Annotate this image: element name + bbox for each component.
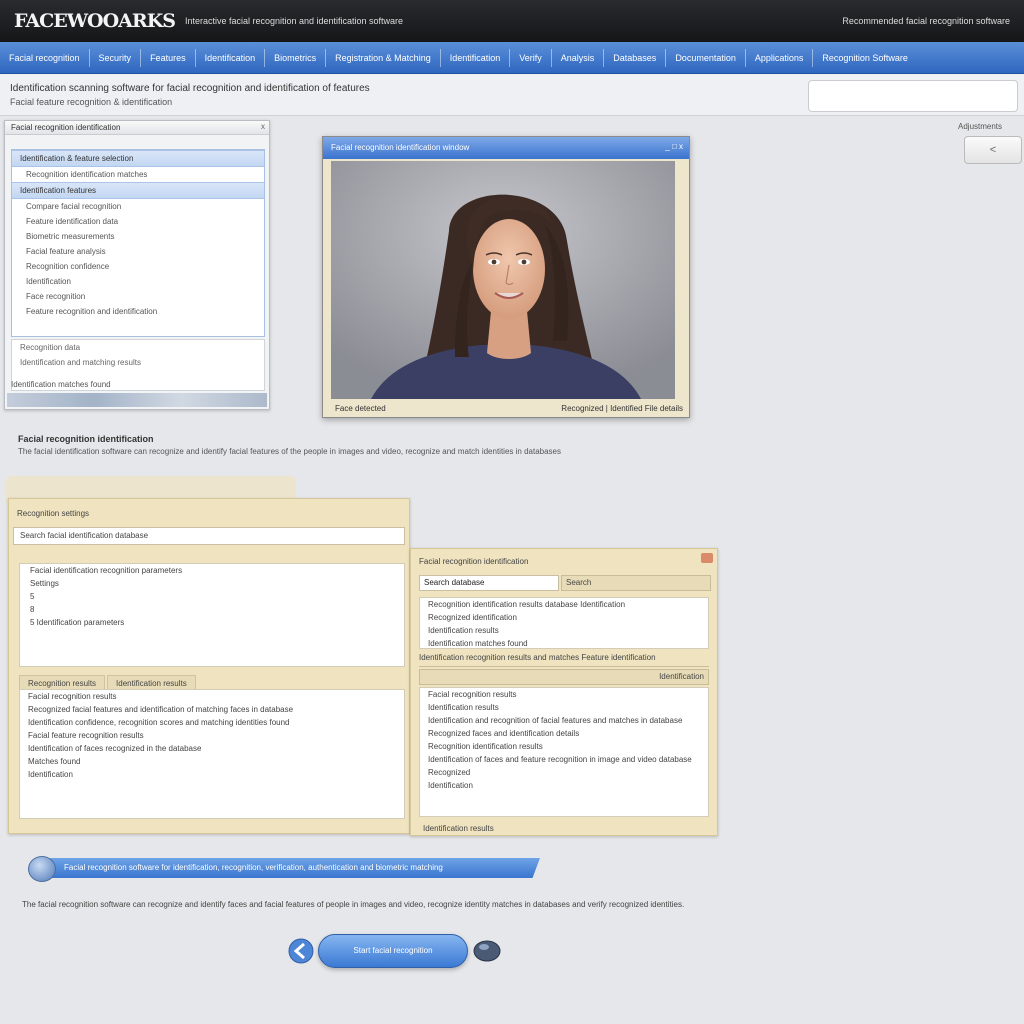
window-title: Facial recognition identification [419,557,529,566]
thumbnail-strip [7,393,267,407]
window-title: Facial recognition identification [5,121,269,135]
top-right-link[interactable]: Recommended facial recognition software [842,16,1010,26]
database-search-input[interactable]: Search database [419,575,559,591]
list-item[interactable]: Feature recognition and identification [12,304,264,319]
top-bar: FACEWOOARKS Interactive facial recogniti… [0,0,1024,42]
nav-item[interactable]: Recognition Software [813,49,917,67]
parameter-line: 8 [30,605,35,614]
page-header: Identification scanning software for fac… [0,74,1024,116]
nav-item[interactable]: Registration & Matching [326,48,441,67]
list-item: Identification and matching results [20,358,141,367]
results-panel: Facial recognition results Recognized fa… [19,689,405,819]
list-item[interactable]: Facial feature analysis [12,244,264,259]
list-item: Recognition data [20,343,81,352]
result-line: Facial recognition results [428,690,517,699]
section-title: Facial recognition identification [18,434,154,444]
close-icon[interactable] [701,553,713,563]
result-line: Facial feature recognition results [28,731,144,740]
list-item-selected[interactable]: Identification features [12,182,264,199]
window-controls[interactable]: _ □ x [665,142,683,151]
start-recognition-button[interactable]: Start facial recognition [318,934,468,968]
status-text: Identification matches found [11,380,111,389]
result-line: Recognition identification results datab… [428,600,626,609]
result-line: Recognized faces and identification deta… [428,729,580,738]
nav-item[interactable]: Features [141,48,196,67]
nav-item[interactable]: Databases [604,48,667,67]
arrow-icon [288,938,314,964]
nav-item[interactable]: Analysis [552,48,605,67]
app-tagline: Interactive facial recognition and ident… [184,16,404,26]
back-button[interactable]: < [964,136,1022,164]
main-nav: Facial recognition Security Features Ide… [0,42,1024,74]
parameter-line: Settings [30,579,59,588]
result-line: Identification and recognition of facial… [428,716,683,725]
window-title-bar[interactable]: Facial recognition identification window… [323,137,689,159]
nav-item[interactable]: Documentation [666,48,746,67]
close-icon[interactable]: x [261,122,265,131]
identification-window: Facial recognition identification Search… [410,548,718,836]
parameter-line: Facial identification recognition parame… [30,566,183,575]
section-description: The facial identification software can r… [18,447,561,456]
result-line: Identification results [428,703,499,712]
page-subtitle: Facial feature recognition & identificat… [10,97,173,107]
nav-item[interactable]: Identification [441,48,511,67]
list-item[interactable]: Compare facial recognition [12,199,264,214]
face-photo [331,161,675,399]
recognition-list-window: Facial recognition identification x Iden… [4,120,270,410]
result-line: Recognized [428,768,471,777]
nav-item[interactable]: Facial recognition [0,48,90,67]
list-item[interactable]: Recognition confidence [12,259,264,274]
result-line: Recognition identification results [428,742,543,751]
globe-icon [28,856,56,882]
nav-item[interactable]: Verify [510,48,552,67]
photo-window: Facial recognition identification window… [322,136,690,418]
result-line: Identification of faces recognized in th… [28,744,202,753]
parameter-line: 5 [30,592,35,601]
result-line: Identification [428,781,473,790]
page-title: Identification scanning software for fac… [10,83,370,94]
result-line: Identification confidence, recognition s… [28,718,290,727]
footer-description: The facial recognition software can reco… [22,900,685,909]
results-summary: Identification recognition results and m… [419,653,709,667]
search-button[interactable]: Search [561,575,711,591]
result-line: Recognized identification [428,613,517,622]
parameters-panel: Facial identification recognition parame… [19,563,405,667]
list-item[interactable]: Face recognition [12,289,264,304]
list-item-selected[interactable]: Identification & feature selection [12,150,264,167]
adjustments-label: Adjustments [958,122,1003,131]
nav-item[interactable]: Applications [746,48,814,67]
nav-item[interactable]: Identification [196,48,266,67]
result-line: Facial recognition results [28,692,117,701]
info-banner[interactable]: Facial recognition software for identifi… [40,858,540,878]
search-input[interactable] [808,80,1018,112]
list-item[interactable]: Recognition identification matches [12,167,264,182]
list-item[interactable]: Identification [12,274,264,289]
list-item[interactable]: Feature identification data [12,214,264,229]
result-line: Matches found [28,757,81,766]
footer-status: Identification results [423,824,494,833]
portrait-image [331,161,675,399]
results-panel: Facial recognition results Identificatio… [419,687,709,817]
parameter-line: 5 Identification parameters [30,618,125,627]
face-status: Face detected [335,404,386,413]
matches-panel: Recognition identification results datab… [419,597,709,649]
result-line: Identification [28,770,73,779]
app-logo[interactable]: FACEWOOARKS [14,10,176,32]
nav-item[interactable]: Biometrics [265,48,327,67]
identification-dropdown[interactable]: Identification [419,669,709,685]
list-item[interactable]: Biometric measurements [12,229,264,244]
nav-item[interactable]: Security [90,48,142,67]
feature-list: Identification & feature selection Recog… [11,149,265,337]
database-search-input[interactable]: Search facial identification database [13,527,405,545]
result-line: Identification of faces and feature reco… [428,755,692,764]
window-title: Recognition settings [17,509,90,518]
recognition-settings-window: Recognition settings Search facial ident… [8,498,410,834]
result-line: Identification matches found [428,639,528,648]
mouse-icon [473,940,501,962]
result-line: Recognized facial features and identific… [28,705,294,714]
window-title: Facial recognition identification window [331,143,470,152]
file-details[interactable]: Recognized | Identified File details [561,404,683,413]
result-line: Identification results [428,626,499,635]
